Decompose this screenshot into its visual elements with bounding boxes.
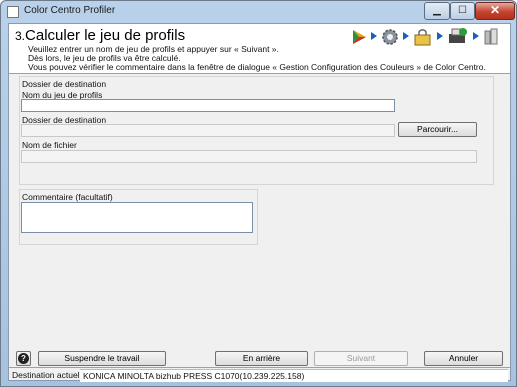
minimize-icon: ▁ bbox=[433, 5, 441, 16]
next-button: Suivant bbox=[314, 351, 408, 366]
back-button[interactable]: En arrière bbox=[215, 351, 308, 366]
close-button[interactable]: ✕ bbox=[475, 2, 515, 20]
destination-group: Dossier de destination Nom du jeu de pro… bbox=[19, 76, 494, 185]
minimize-button[interactable]: ▁ bbox=[424, 2, 450, 20]
help-button[interactable]: ? bbox=[16, 351, 31, 366]
maximize-button[interactable]: ☐ bbox=[450, 2, 475, 20]
play-icon bbox=[353, 30, 366, 44]
step-arrow-icon bbox=[371, 32, 377, 40]
status-separator bbox=[9, 367, 510, 368]
comment-group: Commentaire (facultatif) bbox=[19, 189, 258, 245]
comment-textarea[interactable] bbox=[21, 202, 253, 233]
dialog-client: 3.Calculer le jeu de profils Veuillez en… bbox=[8, 23, 511, 382]
finish-icon bbox=[484, 28, 498, 45]
current-destination-value: KONICA MINOLTA bizhub PRESS C1070(10.239… bbox=[83, 371, 305, 381]
description-line-3: Vous pouvez vérifier le commentaire dans… bbox=[28, 62, 486, 72]
destination-folder-field bbox=[21, 124, 395, 137]
app-icon bbox=[7, 6, 19, 18]
maximize-icon: ☐ bbox=[458, 5, 467, 16]
app-window: Color Centro Profiler ▁ ☐ ✕ 3.Calculer l… bbox=[0, 0, 517, 387]
gear-icon bbox=[382, 29, 398, 45]
suspend-job-button[interactable]: Suspendre le travail bbox=[38, 351, 166, 366]
current-destination-label: Destination actuelle bbox=[12, 370, 87, 380]
step-arrow-icon bbox=[437, 32, 443, 40]
lock-package-icon bbox=[414, 29, 431, 46]
step-number: 3. bbox=[15, 29, 26, 43]
step-arrow-icon bbox=[473, 32, 479, 40]
filename-field bbox=[21, 150, 477, 163]
cancel-button[interactable]: Annuler bbox=[424, 351, 503, 366]
step-arrow-icon bbox=[403, 32, 409, 40]
browse-button[interactable]: Parcourir... bbox=[398, 122, 477, 137]
close-icon: ✕ bbox=[489, 3, 501, 17]
title-bar[interactable]: Color Centro Profiler ▁ ☐ ✕ bbox=[1, 1, 516, 23]
current-destination-box: KONICA MINOLTA bizhub PRESS C1070(10.239… bbox=[80, 369, 508, 382]
step-header: 3.Calculer le jeu de profils Veuillez en… bbox=[9, 24, 510, 74]
profile-set-name-input[interactable] bbox=[21, 99, 395, 112]
help-icon: ? bbox=[18, 353, 29, 364]
comment-label: Commentaire (facultatif) bbox=[22, 192, 113, 202]
printer-check-icon bbox=[449, 28, 467, 43]
step-title-text: Calculer le jeu de profils bbox=[25, 27, 186, 44]
filename-label: Nom de fichier bbox=[22, 140, 77, 150]
destination-group-label: Dossier de destination bbox=[22, 79, 107, 89]
page-title: 3.Calculer le jeu de profils bbox=[15, 27, 185, 44]
window-title: Color Centro Profiler bbox=[24, 5, 116, 16]
